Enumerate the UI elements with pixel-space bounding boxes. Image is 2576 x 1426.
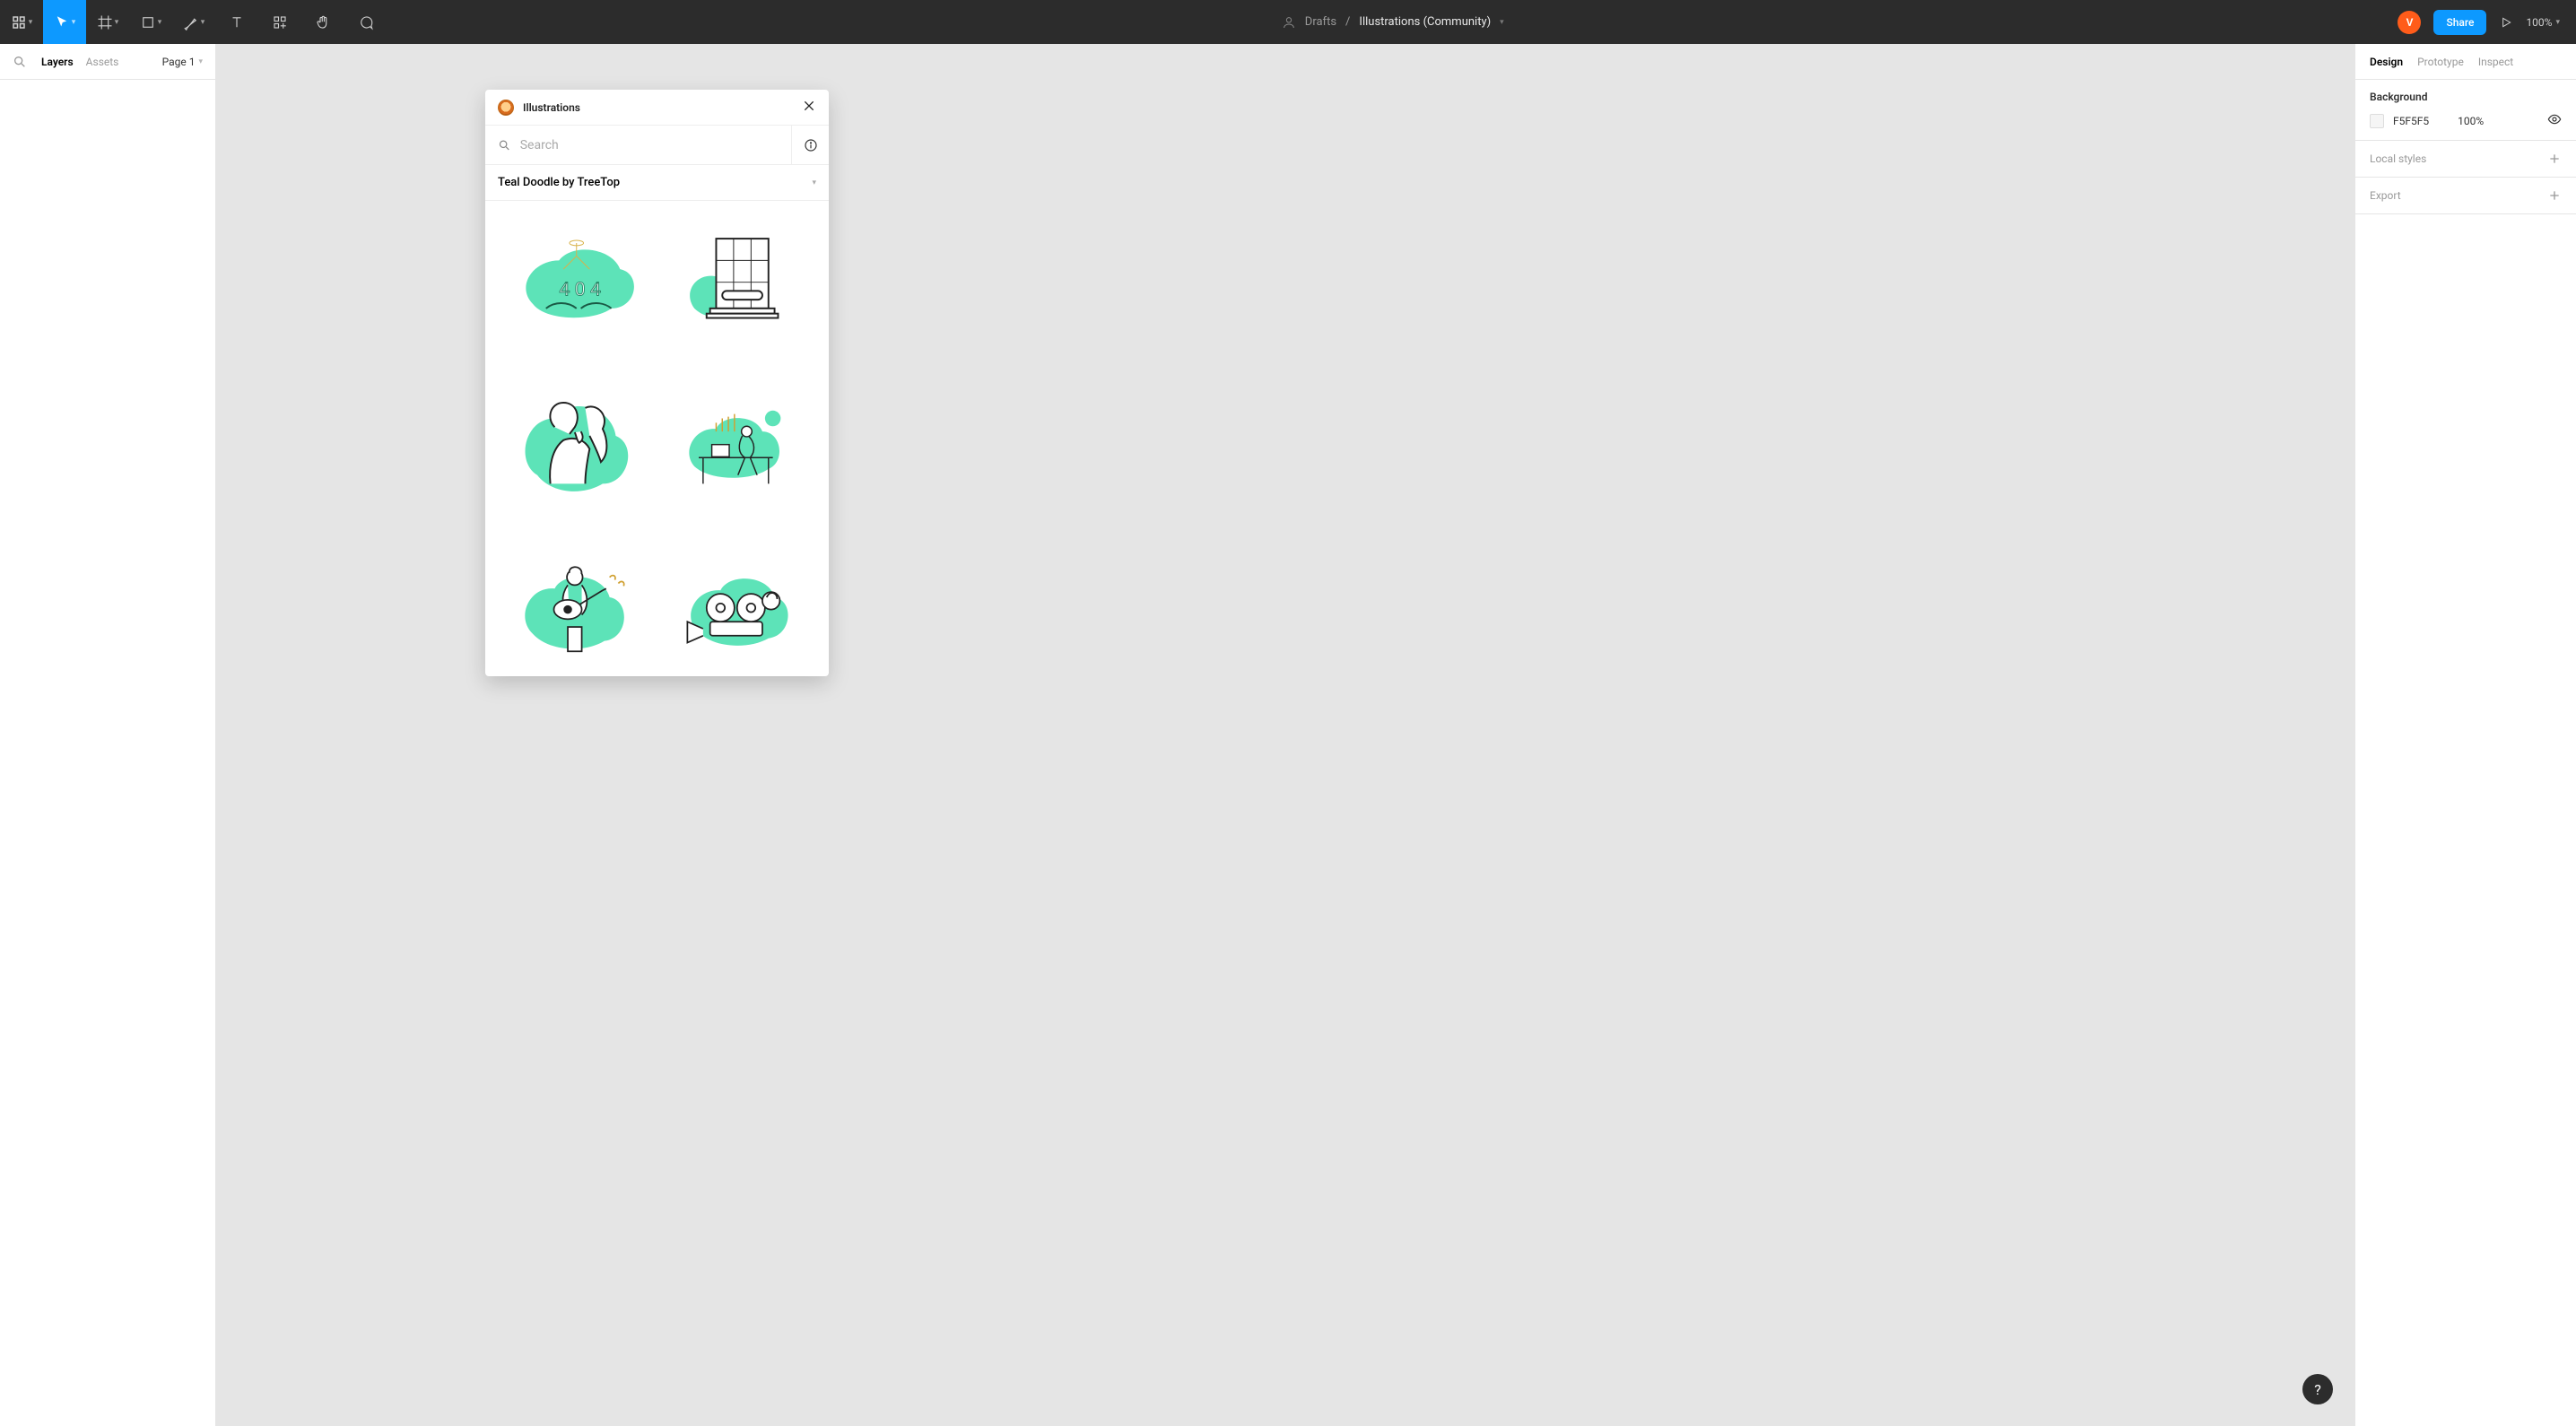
drafts-link[interactable]: Drafts xyxy=(1305,15,1336,29)
export-section[interactable]: Export xyxy=(2370,189,2401,202)
chevron-down-icon: ▾ xyxy=(198,57,203,66)
zoom-control[interactable]: 100% ▾ xyxy=(2526,16,2560,29)
frame-tool-button[interactable]: ▾ xyxy=(86,0,129,44)
background-opacity[interactable]: 100% xyxy=(2458,115,2484,127)
resources-tool-button[interactable] xyxy=(258,0,301,44)
illustration-grid: 4 0 4 xyxy=(485,201,829,676)
search-icon[interactable] xyxy=(13,55,27,69)
chevron-down-icon: ▾ xyxy=(72,18,76,27)
illustration-thumb-film-projector[interactable] xyxy=(668,544,808,671)
eye-icon xyxy=(2547,112,2562,126)
avatar[interactable]: V xyxy=(2398,11,2421,34)
chevron-down-icon: ▾ xyxy=(201,18,205,27)
chevron-down-icon: ▾ xyxy=(2555,18,2560,27)
inspect-tab[interactable]: Inspect xyxy=(2478,56,2513,68)
info-icon xyxy=(804,138,818,152)
pen-tool-button[interactable]: ▾ xyxy=(172,0,215,44)
plus-icon[interactable] xyxy=(2547,152,2562,166)
filename[interactable]: Illustrations (Community) xyxy=(1359,15,1491,29)
layers-tab[interactable]: Layers xyxy=(41,56,74,68)
top-toolbar: ▾ ▾ ▾ ▾ ▾ Drafts xyxy=(0,0,2576,44)
category-dropdown[interactable]: Teal Doodle by TreeTop ▾ xyxy=(485,165,829,201)
close-icon xyxy=(802,99,816,113)
plus-icon[interactable] xyxy=(2547,188,2562,203)
plugin-logo-icon xyxy=(498,100,514,116)
page-selector[interactable]: Page 1 ▾ xyxy=(162,56,203,68)
illustration-thumb-window[interactable] xyxy=(668,219,808,345)
background-color-hex[interactable]: F5F5F5 xyxy=(2393,115,2429,127)
illustration-thumb-404-error[interactable]: 4 0 4 xyxy=(507,219,647,345)
assets-tab[interactable]: Assets xyxy=(86,56,119,68)
share-button[interactable]: Share xyxy=(2433,10,2486,35)
main-menu-button[interactable]: ▾ xyxy=(0,0,43,44)
left-panel: Layers Assets Page 1 ▾ xyxy=(0,44,216,1426)
canvas[interactable]: Illustrations Teal Doodle by TreeTop ▾ xyxy=(216,44,2354,1426)
background-color-swatch[interactable] xyxy=(2370,114,2384,128)
shape-tool-button[interactable]: ▾ xyxy=(129,0,172,44)
help-button[interactable]: ? xyxy=(2302,1374,2333,1404)
svg-text:4 0 4: 4 0 4 xyxy=(559,278,601,300)
prototype-tab[interactable]: Prototype xyxy=(2417,56,2464,68)
file-title-area: Drafts / Illustrations (Community) ▾ xyxy=(387,15,2398,30)
design-tab[interactable]: Design xyxy=(2370,56,2403,68)
present-button[interactable] xyxy=(2499,15,2513,30)
search-input[interactable] xyxy=(520,138,779,152)
illustration-thumb-working-at-desk[interactable] xyxy=(668,381,808,508)
comment-tool-button[interactable] xyxy=(344,0,387,44)
chevron-down-icon: ▾ xyxy=(812,178,816,187)
illustration-thumb-guitar-player[interactable] xyxy=(507,544,647,671)
text-tool-button[interactable] xyxy=(215,0,258,44)
chevron-down-icon: ▾ xyxy=(29,18,33,27)
illustration-thumb-couple-kiss[interactable] xyxy=(507,381,647,508)
chevron-down-icon: ▾ xyxy=(158,18,162,27)
search-icon xyxy=(498,138,511,152)
plugin-title: Illustrations xyxy=(523,101,580,114)
chevron-down-icon[interactable]: ▾ xyxy=(1500,18,1504,27)
local-styles-section[interactable]: Local styles xyxy=(2370,152,2426,165)
visibility-toggle[interactable] xyxy=(2547,112,2562,129)
background-section-title: Background xyxy=(2370,91,2562,103)
info-button[interactable] xyxy=(791,126,829,164)
right-panel: Design Prototype Inspect Background F5F5… xyxy=(2354,44,2576,1426)
chevron-down-icon: ▾ xyxy=(115,18,119,27)
plugin-panel: Illustrations Teal Doodle by TreeTop ▾ xyxy=(485,90,829,676)
close-button[interactable] xyxy=(802,99,816,117)
move-tool-button[interactable]: ▾ xyxy=(43,0,86,44)
user-icon xyxy=(1282,15,1296,30)
hand-tool-button[interactable] xyxy=(301,0,344,44)
